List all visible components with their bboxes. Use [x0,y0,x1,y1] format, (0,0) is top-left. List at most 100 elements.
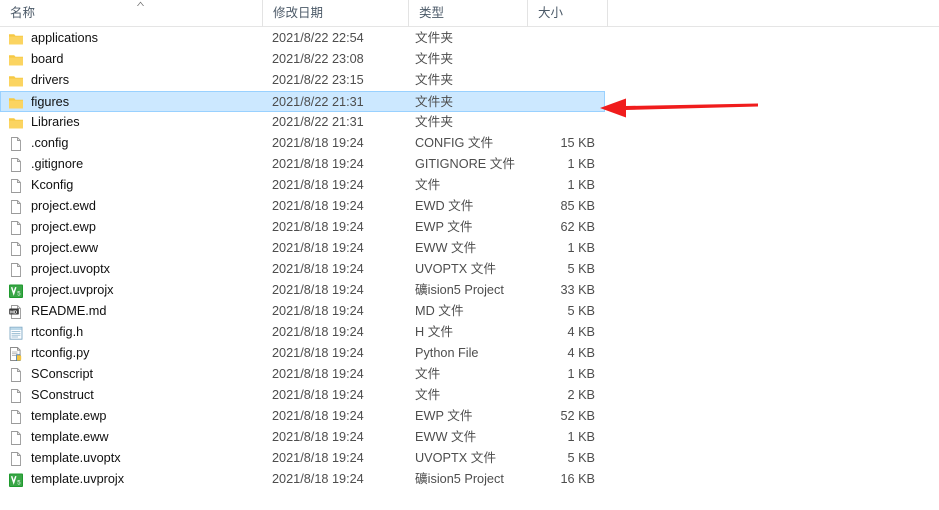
cell-size: 2 KB [567,388,595,402]
blank-file-icon [8,451,24,467]
table-row[interactable]: project.uvoptx 2021/8/18 19:24 UVOPTX 文件 5 … [0,259,939,280]
cell-size: 4 KB [567,325,595,339]
cell-size: 33 KB [560,283,595,297]
cell-name[interactable]: .gitignore [8,154,253,175]
cell-name[interactable]: project.eww [8,238,253,259]
table-row[interactable]: rtconfig.py 2021/8/18 19:24 Python File 4 K… [0,343,939,364]
cell-name[interactable]: project.ewd [8,196,253,217]
cell-date-modified: 2021/8/18 19:24 [272,430,364,444]
file-name-label: template.uvoptx [31,451,121,465]
blank-file-icon [8,136,24,152]
file-name-label: README.md [31,304,107,318]
file-name-label: applications [31,31,99,45]
table-row[interactable]: 5 template.uvprojx 2021/8/18 19:24 礦ision5 … [0,469,939,490]
table-row[interactable]: applications 2021/8/22 22:54 文件夹 [0,28,939,49]
cell-name[interactable]: project.uvoptx [8,259,253,280]
table-row[interactable]: template.ewp 2021/8/18 19:24 EWP 文件 52 KB [0,406,939,427]
cell-type: 文件夹 [415,115,454,129]
table-row[interactable]: SConstruct 2021/8/18 19:24 文件 2 KB [0,385,939,406]
file-name-label: template.ewp [31,409,107,423]
cell-date-modified: 2021/8/18 19:24 [272,388,364,402]
cell-name[interactable]: project.ewp [8,217,253,238]
file-name-label: project.uvoptx [31,262,110,276]
notepad-icon [8,325,24,341]
cell-name[interactable]: rtconfig.py [8,343,253,364]
cell-name[interactable]: SConscript [8,364,253,385]
table-row[interactable]: Libraries 2021/8/22 21:31 文件夹 [0,112,939,133]
folder-icon [8,73,24,89]
cell-name[interactable]: rtconfig.h [8,322,253,343]
folder-icon [8,95,24,111]
table-row[interactable]: project.ewp 2021/8/18 19:24 EWP 文件 62 KB [0,217,939,238]
file-name-label: SConscript [31,367,94,381]
cell-name[interactable]: template.eww [8,427,253,448]
cell-size: 62 KB [560,220,595,234]
cell-name[interactable]: .config [8,133,253,154]
table-row[interactable]: MD README.md 2021/8/18 19:24 MD 文件 5 KB [0,301,939,322]
folder-icon [8,115,24,131]
file-name-label: project.eww [31,241,98,255]
cell-type: CONFIG 文件 [415,136,494,150]
cell-size: 1 KB [567,430,595,444]
cell-name[interactable]: board [8,49,253,70]
cell-date-modified: 2021/8/18 19:24 [272,220,364,234]
cell-name[interactable]: Kconfig [8,175,253,196]
cell-type: GITIGNORE 文件 [415,157,516,171]
table-row[interactable]: SConscript 2021/8/18 19:24 文件 1 KB [0,364,939,385]
blank-file-icon [8,241,24,257]
cell-name[interactable]: template.ewp [8,406,253,427]
cell-type: MD 文件 [415,304,464,318]
uvision5-icon: 5 [8,472,24,488]
cell-name[interactable]: Libraries [8,112,253,133]
cell-date-modified: 2021/8/18 19:24 [272,367,364,381]
cell-date-modified: 2021/8/18 19:24 [272,241,364,255]
cell-size: 16 KB [560,472,595,486]
cell-size: 15 KB [560,136,595,150]
cell-date-modified: 2021/8/22 23:15 [272,73,364,87]
cell-date-modified: 2021/8/18 19:24 [272,136,364,150]
table-row-selected[interactable]: figures 2021/8/22 21:31 文件夹 [0,91,605,112]
cell-date-modified: 2021/8/22 22:54 [272,31,364,45]
cell-name[interactable]: SConstruct [8,385,253,406]
column-header-name[interactable]: 名称 [0,0,262,27]
file-name-label: rtconfig.py [31,346,90,360]
column-header-type[interactable]: 类型 [408,0,527,27]
cell-name[interactable]: MD README.md [8,301,253,322]
cell-size [525,49,595,70]
column-header-name-label: 名称 [10,6,36,20]
table-row[interactable]: rtconfig.h 2021/8/18 19:24 H 文件 4 KB [0,322,939,343]
cell-type: EWP 文件 [415,409,473,423]
table-row[interactable]: drivers 2021/8/22 23:15 文件夹 [0,70,939,91]
file-name-label: Libraries [31,115,80,129]
blank-file-icon [8,388,24,404]
file-name-label: figures [31,95,70,109]
python-file-icon [8,346,24,362]
blank-file-icon [8,430,24,446]
table-row[interactable]: project.eww 2021/8/18 19:24 EWW 文件 1 KB [0,238,939,259]
table-row[interactable]: .config 2021/8/18 19:24 CONFIG 文件 15 KB [0,133,939,154]
column-header-date[interactable]: 修改日期 [262,0,408,27]
blank-file-icon [8,367,24,383]
file-name-label: Kconfig [31,178,74,192]
cell-name[interactable]: figures [8,92,253,113]
cell-name[interactable]: 5 project.uvprojx [8,280,253,301]
cell-name[interactable]: drivers [8,70,253,91]
table-row[interactable]: 5 project.uvprojx 2021/8/18 19:24 礦ision5 P… [0,280,939,301]
cell-date-modified: 2021/8/18 19:24 [272,283,364,297]
cell-type: H 文件 [415,325,454,339]
column-header-size[interactable]: 大小 [527,0,608,27]
cell-size [525,112,595,133]
file-name-label: .gitignore [31,157,84,171]
table-row[interactable]: template.eww 2021/8/18 19:24 EWW 文件 1 KB [0,427,939,448]
cell-name[interactable]: 5 template.uvprojx [8,469,253,490]
table-row[interactable]: project.ewd 2021/8/18 19:24 EWD 文件 85 KB [0,196,939,217]
table-row[interactable]: board 2021/8/22 23:08 文件夹 [0,49,939,70]
table-row[interactable]: template.uvoptx 2021/8/18 19:24 UVOPTX 文件 5… [0,448,939,469]
cell-type: 文件夹 [415,73,454,87]
folder-icon [8,52,24,68]
cell-name[interactable]: template.uvoptx [8,448,253,469]
table-row[interactable]: Kconfig 2021/8/18 19:24 文件 1 KB [0,175,939,196]
cell-size [525,28,595,49]
cell-name[interactable]: applications [8,28,253,49]
table-row[interactable]: .gitignore 2021/8/18 19:24 GITIGNORE 文件 1 K… [0,154,939,175]
